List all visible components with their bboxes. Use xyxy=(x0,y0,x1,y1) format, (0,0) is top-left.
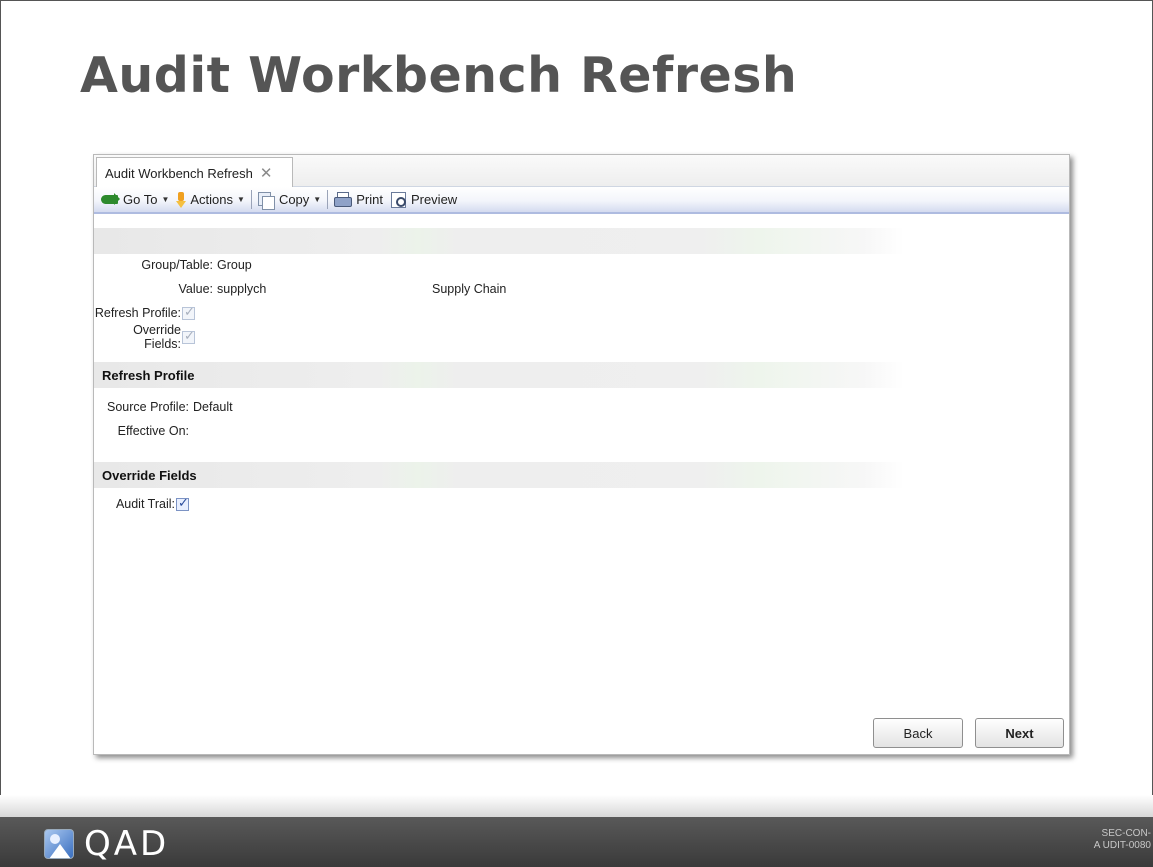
chevron-down-icon: ▼ xyxy=(161,195,170,204)
form-area: Group/Table: Group Value: supplych Suppl… xyxy=(94,216,1069,754)
next-button[interactable]: Next xyxy=(975,718,1064,748)
source-profile-value[interactable]: Default xyxy=(193,400,233,414)
goto-menu-button[interactable]: Go To ▼ xyxy=(97,189,173,210)
refresh-profile-row: Refresh Profile: ✓ xyxy=(94,304,195,322)
logo-text: QAD xyxy=(84,824,170,864)
mountain-logo-icon xyxy=(44,829,74,859)
check-icon: ✓ xyxy=(184,303,195,319)
refresh-profile-section: Refresh Profile xyxy=(94,362,904,388)
footer-gradient xyxy=(0,795,1153,817)
source-profile-label: Source Profile: xyxy=(107,400,189,414)
actions-pin-icon xyxy=(176,191,187,208)
goto-label: Go To xyxy=(123,192,158,207)
close-icon[interactable]: ✕ xyxy=(260,164,273,182)
preview-icon xyxy=(390,191,406,208)
slide: Audit Workbench Refresh Audit Workbench … xyxy=(0,0,1153,867)
header-band xyxy=(94,228,904,254)
tab-label: Audit Workbench Refresh xyxy=(105,165,253,181)
effective-on-label: Effective On: xyxy=(117,424,189,438)
actions-label: Actions xyxy=(190,192,234,207)
value-field[interactable]: supplych xyxy=(217,282,432,296)
source-profile-row: Source Profile: Default xyxy=(94,398,233,416)
app-window: Audit Workbench Refresh ✕ Go To ▼ Action… xyxy=(93,154,1070,755)
toolbar-divider xyxy=(327,190,329,209)
chevron-down-icon: ▼ xyxy=(237,195,245,204)
copy-icon xyxy=(257,191,275,210)
copy-label: Copy xyxy=(278,192,310,207)
chevron-down-icon: ▼ xyxy=(313,195,322,204)
footer-bar: QAD SEC-CON- A UDIT-0080 xyxy=(0,817,1153,867)
check-icon: ✓ xyxy=(178,494,189,510)
value-label: Value: xyxy=(178,282,213,296)
override-fields-label: Override Fields: xyxy=(133,323,181,351)
section-title-refresh-profile: Refresh Profile xyxy=(102,368,195,383)
audit-trail-label: Audit Trail: xyxy=(115,497,175,511)
value-row: Value: supplych Supply Chain xyxy=(94,280,506,298)
override-fields-checkbox[interactable]: ✓ xyxy=(182,327,195,344)
group-table-label: Group/Table: xyxy=(141,258,213,272)
toolbar-divider xyxy=(250,190,252,209)
print-label: Print xyxy=(356,192,383,207)
copy-menu-button[interactable]: Copy ▼ xyxy=(254,189,325,210)
goto-arrow-icon xyxy=(101,193,120,205)
section-title-override-fields: Override Fields xyxy=(102,468,197,483)
back-button[interactable]: Back xyxy=(873,718,963,748)
group-table-row: Group/Table: Group xyxy=(94,256,252,274)
printer-icon xyxy=(334,191,353,208)
audit-trail-checkbox[interactable]: ✓ xyxy=(176,494,189,511)
audit-trail-row: Audit Trail: ✓ xyxy=(94,495,189,513)
preview-button[interactable]: Preview xyxy=(387,189,461,210)
refresh-profile-label: Refresh Profile: xyxy=(94,306,181,320)
effective-on-row: Effective On: xyxy=(94,422,193,440)
check-icon: ✓ xyxy=(184,327,195,343)
slide-code: SEC-CON- A UDIT-0080 xyxy=(1094,828,1151,852)
override-fields-section: Override Fields xyxy=(94,462,904,488)
print-button[interactable]: Print xyxy=(330,189,387,210)
actions-menu-button[interactable]: Actions ▼ xyxy=(173,189,249,210)
qad-logo: QAD xyxy=(44,824,169,864)
slide-code-line2: A UDIT-0080 xyxy=(1093,840,1151,851)
value-description: Supply Chain xyxy=(432,282,507,296)
tab-audit-workbench-refresh[interactable]: Audit Workbench Refresh ✕ xyxy=(96,157,293,188)
slide-title: Audit Workbench Refresh xyxy=(80,47,798,104)
group-table-value[interactable]: Group xyxy=(217,258,252,272)
slide-code-line1: SEC-CON- xyxy=(1101,828,1151,839)
refresh-profile-checkbox[interactable]: ✓ xyxy=(182,303,195,320)
toolbar: Go To ▼ Actions ▼ Copy ▼ Print Preview xyxy=(94,187,1069,214)
preview-label: Preview xyxy=(410,192,458,207)
tab-bar: Audit Workbench Refresh ✕ xyxy=(94,155,1069,188)
override-fields-row: Override Fields: ✓ xyxy=(94,323,195,351)
